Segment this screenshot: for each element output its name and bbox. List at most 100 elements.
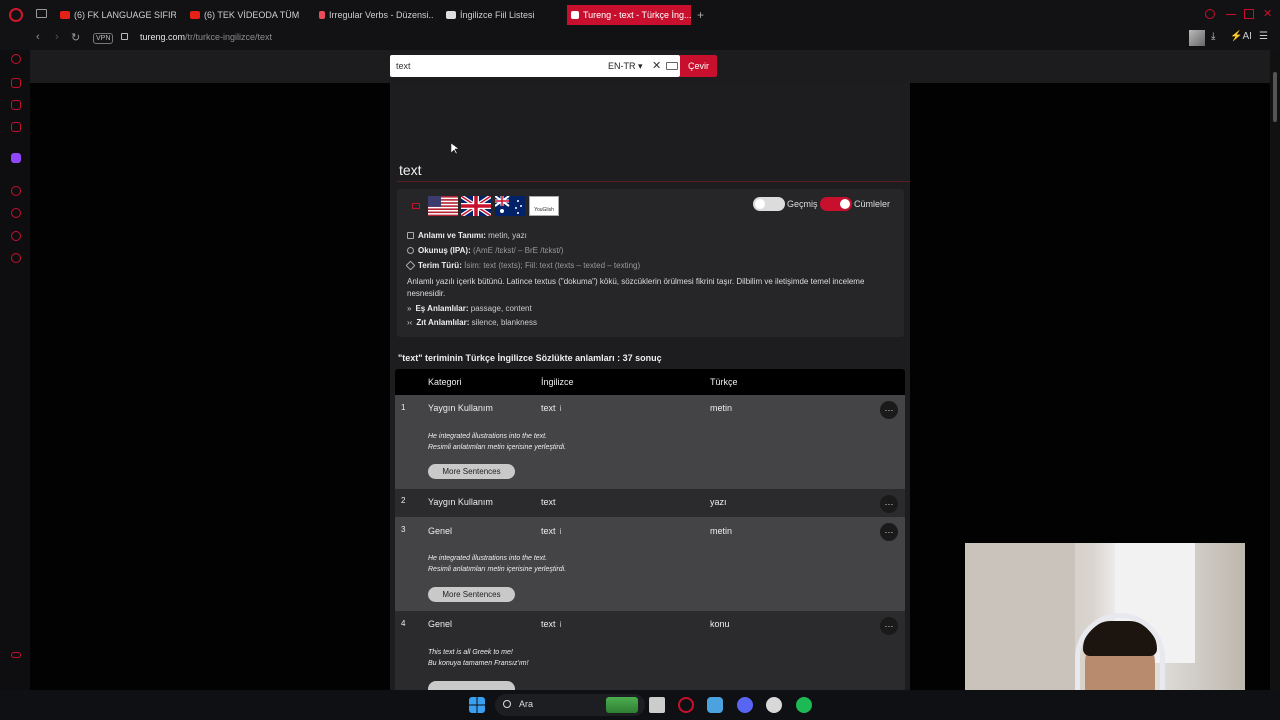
row-turkish[interactable]: metin (710, 526, 732, 536)
download-icon[interactable]: ⤓ (1211, 31, 1215, 42)
tab-label: Irregular Verbs - Düzensi... (329, 10, 433, 20)
minimize-icon[interactable] (1226, 9, 1236, 15)
uk-flag-icon[interactable] (461, 196, 491, 216)
more-sentences-button[interactable] (428, 681, 515, 690)
history-toggle[interactable] (753, 197, 785, 211)
tab-youtube-1[interactable]: (6) FK LANGUAGE SIFIRD... (56, 5, 176, 25)
row-turkish[interactable]: yazı (710, 497, 727, 507)
australia-flag-icon[interactable] (495, 196, 525, 216)
twitch-sidebar-icon[interactable] (11, 153, 21, 163)
example-english: He integrated illustrations into the tex… (428, 433, 548, 440)
search-icon (503, 700, 511, 708)
tab-overview-icon[interactable] (36, 9, 47, 18)
opera-taskbar-icon[interactable] (678, 697, 694, 713)
page-scrollbar[interactable] (1270, 50, 1280, 690)
speaker-icon[interactable] (412, 203, 420, 209)
aria-sidebar-icon[interactable] (11, 54, 21, 64)
row-turkish[interactable]: metin (710, 403, 732, 413)
back-icon[interactable]: ‹ (36, 31, 40, 43)
player-sidebar-icon[interactable] (11, 186, 21, 196)
tab-fiil-listesi[interactable]: İngilizce Fiil Listesi (442, 5, 552, 25)
maximize-icon[interactable] (1244, 9, 1254, 19)
discord-icon[interactable] (737, 697, 753, 713)
url-host: tureng.com (140, 32, 186, 42)
more-sentences-button[interactable]: More Sentences (428, 587, 515, 602)
tab-tureng-active[interactable]: Tureng - text - Türkçe İng... (567, 5, 691, 25)
tab-youtube-2[interactable]: (6) TEK VİDEODA TÜM İN... (186, 5, 302, 25)
tab-label: İngilizce Fiil Listesi (460, 10, 535, 20)
row-options-button[interactable]: ··· (880, 495, 898, 513)
row-category[interactable]: Yaygın Kullanım (428, 497, 493, 507)
language-select[interactable]: EN-TR ▾ (608, 61, 643, 72)
lock-icon[interactable] (121, 33, 128, 40)
youtube-icon (60, 11, 70, 19)
page-title: text (399, 162, 422, 178)
reload-icon[interactable]: ↻ (71, 31, 80, 44)
translate-button[interactable]: Çevir (680, 55, 717, 77)
row-english[interactable]: text i (541, 619, 561, 629)
us-flag-icon[interactable] (428, 196, 458, 216)
example-english: He integrated illustrations into the tex… (428, 555, 548, 562)
row-number: 3 (401, 525, 406, 534)
settings-sidebar-icon[interactable] (11, 253, 21, 263)
english-term[interactable]: text (541, 526, 556, 536)
keyboard-icon[interactable] (666, 62, 678, 70)
more-sentences-button[interactable]: More Sentences (428, 464, 515, 479)
vpn-badge[interactable]: VPN (93, 33, 114, 44)
tag-icon (405, 260, 416, 271)
settings-app-icon[interactable] (766, 697, 782, 713)
scrollbar-thumb[interactable] (1273, 72, 1277, 122)
instagram-sidebar-icon[interactable] (11, 122, 21, 132)
steam-icon[interactable] (707, 697, 723, 713)
close-window-icon[interactable]: ✕ (1263, 9, 1273, 20)
forward-icon[interactable]: › (55, 31, 59, 43)
meaning-value: metin, yazı (488, 231, 527, 240)
refresh-sidebar-icon[interactable] (11, 231, 21, 241)
windows-start-icon[interactable] (469, 697, 485, 713)
widgets-image-icon[interactable] (606, 697, 638, 713)
row-category[interactable]: Yaygın Kullanım (428, 403, 493, 413)
extension-thumbnail[interactable] (1189, 30, 1205, 46)
tureng-icon (571, 11, 579, 19)
row-number: 1 (401, 403, 406, 412)
url-field[interactable]: tureng.com/tr/turkce-ingilizce/text (140, 32, 272, 42)
row-options-button[interactable]: ··· (880, 617, 898, 635)
info-icon[interactable]: i (560, 527, 562, 536)
page-icon (446, 11, 456, 19)
new-tab-button[interactable]: + (697, 8, 704, 22)
sentences-toggle[interactable] (820, 197, 852, 211)
spotify-icon[interactable] (796, 697, 812, 713)
book-icon (407, 232, 414, 239)
meaning-label: Anlamı ve Tanımı: (418, 231, 486, 240)
header-category: Kategori (428, 377, 462, 387)
row-options-button[interactable]: ··· (880, 523, 898, 541)
search-tabs-icon[interactable] (1205, 9, 1215, 19)
info-icon[interactable]: i (560, 620, 562, 629)
bookmark-icon (319, 11, 325, 19)
history-sidebar-icon[interactable] (11, 208, 21, 218)
search-input[interactable] (396, 58, 596, 74)
term-type-label: Terim Türü: (418, 261, 462, 270)
row-english[interactable]: text (541, 497, 556, 507)
pronunciation-value: (AmE /tɛkst/ – BrE /tɛkst/) (472, 246, 564, 255)
row-category[interactable]: Genel (428, 526, 452, 536)
opera-logo-icon[interactable] (9, 8, 23, 22)
bag-sidebar-icon[interactable] (11, 78, 21, 88)
youglish-button[interactable]: YouGlish (529, 196, 559, 216)
english-term[interactable]: text (541, 403, 556, 413)
row-turkish[interactable]: konu (710, 619, 730, 629)
messenger-sidebar-icon[interactable] (11, 100, 21, 110)
synonyms-value: passage, content (470, 304, 532, 313)
row-english[interactable]: text i (541, 403, 561, 413)
clear-icon[interactable]: ✕ (652, 59, 661, 72)
row-category[interactable]: Genel (428, 619, 452, 629)
aria-ai-button[interactable]: ⚡AI (1230, 31, 1252, 42)
english-term[interactable]: text (541, 619, 556, 629)
info-icon[interactable]: i (560, 404, 562, 413)
tab-irregular-verbs[interactable]: Irregular Verbs - Düzensi... (315, 5, 433, 25)
sidebar-toggle-icon[interactable] (11, 652, 21, 658)
file-explorer-icon[interactable] (649, 697, 665, 713)
row-english[interactable]: text i (541, 526, 561, 536)
menu-icon[interactable]: ☰ (1259, 31, 1268, 42)
row-options-button[interactable]: ··· (880, 401, 898, 419)
